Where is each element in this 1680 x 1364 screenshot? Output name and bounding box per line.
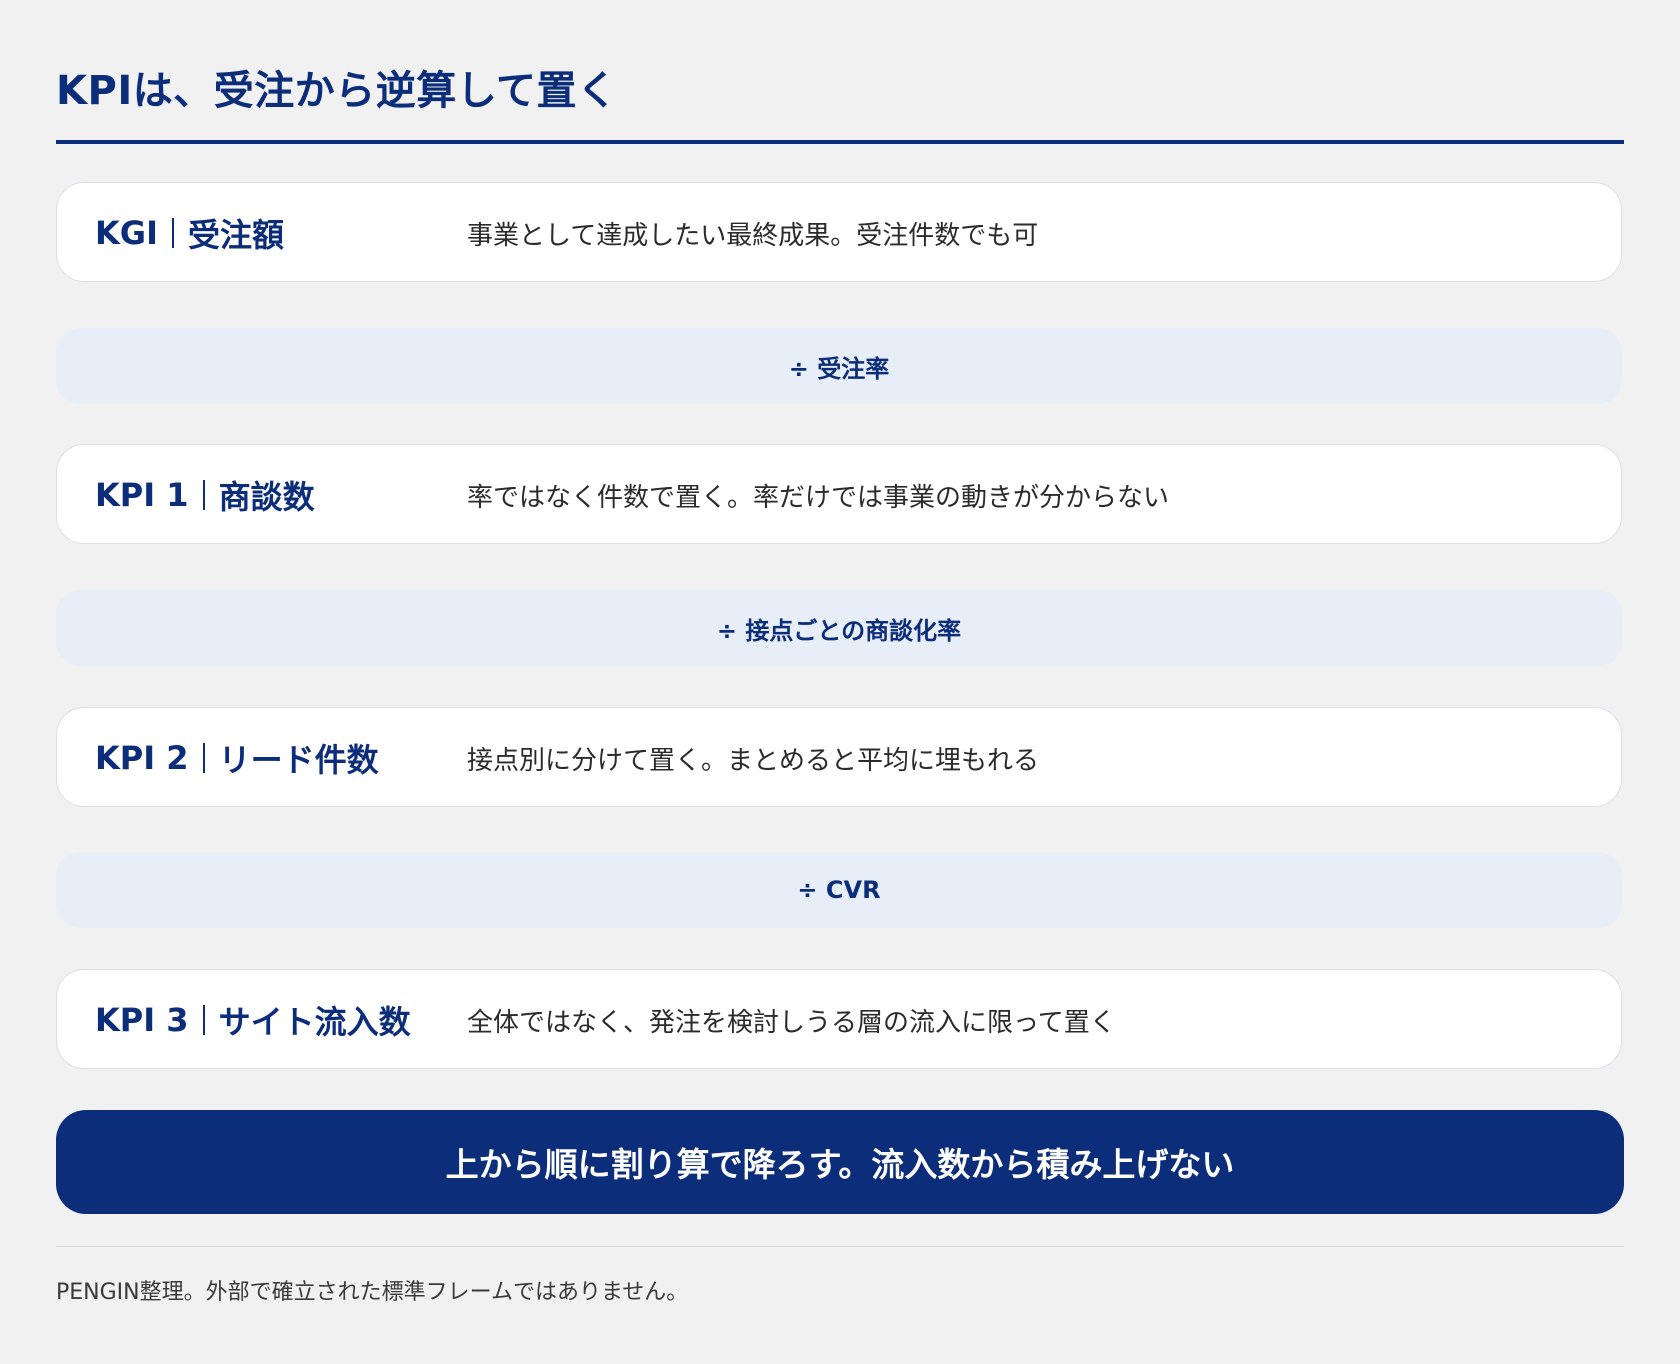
label-separator — [202, 480, 205, 510]
card-kpi-3: KPI 3 サイト流入数 全体ではなく、発注を検討しうる層の流入に限って置く — [56, 969, 1622, 1069]
footnote: PENGIN整理。外部で確立された標準フレームではありません。 — [56, 1280, 689, 1305]
label-separator — [171, 218, 174, 248]
label-separator — [202, 743, 205, 773]
card-description: 率ではなく件数で置く。率だけでは事業の動きが分からない — [467, 482, 1170, 513]
footer-divider — [56, 1246, 1624, 1247]
title-underline — [56, 140, 1624, 144]
card-label: KPI 3 サイト流入数 — [95, 970, 411, 1070]
card-kgi: KGI 受注額 事業として達成したい最終成果。受注件数でも可 — [56, 182, 1622, 282]
operator-cvr: ÷ CVR — [56, 852, 1622, 928]
card-label: KPI 1 商談数 — [95, 445, 315, 545]
summary-banner: 上から順に割り算で降ろす。流入数から積み上げない — [56, 1110, 1624, 1214]
card-kpi-2: KPI 2 リード件数 接点別に分けて置く。まとめると平均に埋もれる — [56, 707, 1622, 807]
card-name: サイト流入数 — [218, 1003, 411, 1041]
page-title: KPIは、受注から逆算して置く — [56, 68, 618, 114]
operator-order-rate: ÷ 受注率 — [56, 328, 1622, 404]
card-tag: KGI — [95, 214, 158, 252]
card-label: KPI 2 リード件数 — [95, 708, 379, 808]
card-label: KGI 受注額 — [95, 183, 284, 283]
card-name: 商談数 — [218, 478, 315, 516]
card-description: 接点別に分けて置く。まとめると平均に埋もれる — [467, 745, 1040, 776]
card-description: 全体ではなく、発注を検討しうる層の流入に限って置く — [467, 1007, 1116, 1038]
label-separator — [202, 1005, 205, 1035]
card-description: 事業として達成したい最終成果。受注件数でも可 — [467, 220, 1039, 251]
card-name: 受注額 — [187, 216, 284, 254]
card-tag: KPI 1 — [95, 476, 189, 514]
card-kpi-1: KPI 1 商談数 率ではなく件数で置く。率だけでは事業の動きが分からない — [56, 444, 1622, 544]
card-tag: KPI 3 — [95, 1001, 189, 1039]
card-tag: KPI 2 — [95, 739, 189, 777]
operator-meeting-rate: ÷ 接点ごとの商談化率 — [56, 590, 1622, 666]
card-name: リード件数 — [218, 741, 379, 779]
